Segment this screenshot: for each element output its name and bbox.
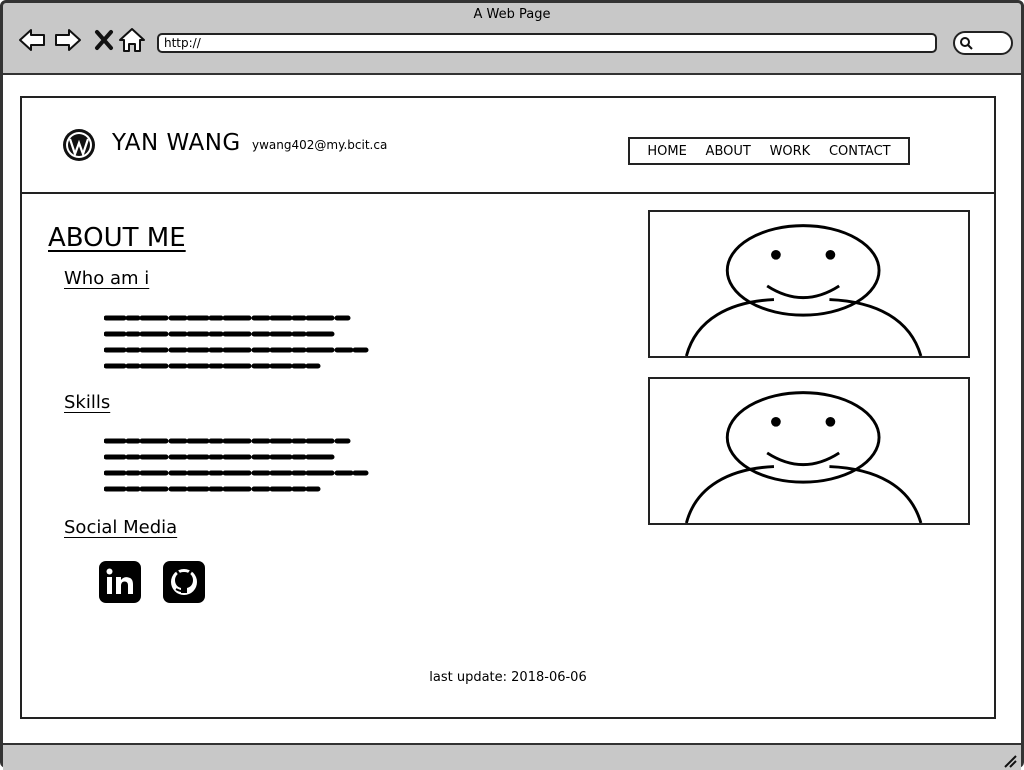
browser-window: A Web Page http:// YAN WANG ywang402@my.…	[0, 0, 1024, 770]
page-viewport: YAN WANG ywang402@my.bcit.ca HOME ABOUT …	[3, 75, 1021, 743]
top-navigation: HOME ABOUT WORK CONTACT	[628, 137, 910, 165]
nav-contact[interactable]: CONTACT	[829, 144, 891, 159]
back-arrow-icon	[19, 29, 45, 51]
nav-home[interactable]: HOME	[647, 144, 686, 159]
stop-button[interactable]	[89, 25, 119, 55]
nav-about[interactable]: ABOUT	[706, 144, 751, 159]
avatar-placeholder-icon	[684, 224, 923, 356]
site-name[interactable]: YAN WANG	[112, 130, 241, 156]
placeholder-text-block	[104, 438, 369, 492]
linkedin-icon	[106, 568, 133, 594]
nav-work[interactable]: WORK	[770, 144, 811, 159]
home-button[interactable]	[117, 25, 147, 55]
back-button[interactable]	[17, 25, 47, 55]
email-link[interactable]: ywang402@my.bcit.ca	[252, 138, 387, 152]
browser-toolbar: http://	[3, 23, 1021, 67]
search-icon	[960, 37, 973, 50]
close-icon	[95, 30, 113, 50]
address-bar[interactable]: http://	[157, 33, 937, 53]
last-update-text: last update: 2018-06-06	[429, 670, 587, 685]
resize-grip-icon[interactable]	[1001, 752, 1017, 768]
section-title-social: Social Media	[64, 517, 178, 538]
search-box[interactable]	[953, 31, 1013, 55]
section-title-who: Who am i	[64, 268, 150, 289]
site-header: YAN WANG ywang402@my.bcit.ca HOME ABOUT …	[22, 98, 994, 194]
wordpress-logo-icon	[63, 129, 95, 161]
placeholder-text-block	[104, 315, 369, 369]
page-frame: YAN WANG ywang402@my.bcit.ca HOME ABOUT …	[20, 96, 996, 719]
linkedin-button[interactable]	[99, 561, 141, 603]
avatar-placeholder-icon	[684, 391, 923, 523]
forward-button[interactable]	[53, 25, 83, 55]
section-title-skills: Skills	[64, 392, 111, 413]
profile-photo	[648, 377, 970, 525]
github-icon	[171, 569, 197, 595]
page-title: ABOUT ME	[48, 223, 186, 253]
github-button[interactable]	[163, 561, 205, 603]
status-bar	[3, 743, 1021, 770]
profile-photo	[648, 210, 970, 358]
home-icon	[119, 28, 145, 52]
forward-arrow-icon	[55, 29, 81, 51]
